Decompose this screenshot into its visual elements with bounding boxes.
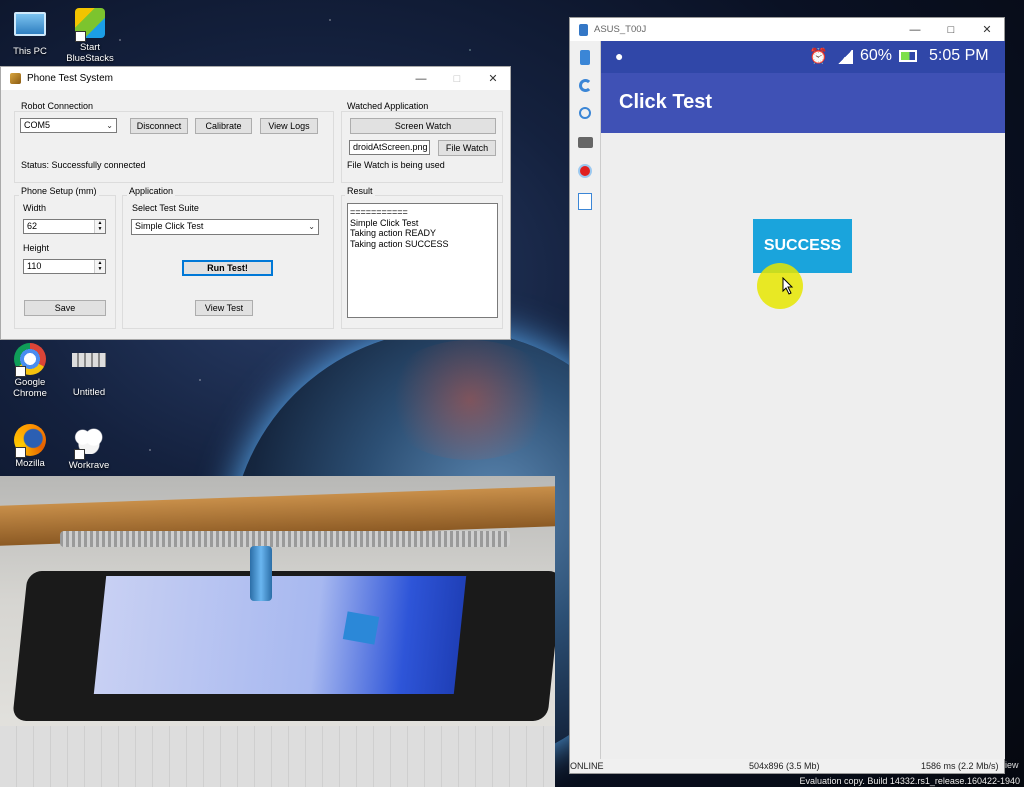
device-icon (579, 23, 588, 36)
mouse-pointer-icon (782, 277, 794, 295)
width-label: Width (23, 203, 47, 213)
mirror-toolbar (570, 41, 601, 759)
calibrate-button[interactable]: Calibrate (195, 118, 252, 134)
close-button[interactable]: ✕ (969, 18, 1005, 41)
phone-icon[interactable] (575, 47, 595, 67)
spinner-arrows-icon[interactable]: ▲ ▼ (94, 260, 105, 273)
mirror-status-bar: ONLINE 504x896 (3.5 Mb) 1586 ms (2.2 Mb/… (570, 759, 1004, 773)
record-icon[interactable] (575, 161, 595, 181)
battery-icon (899, 50, 917, 62)
result-line: =========== (350, 207, 408, 217)
chrome-icon (13, 343, 47, 377)
com-port-select[interactable]: COM5 ⌄ (20, 118, 117, 133)
window-title: Phone Test System (27, 73, 113, 84)
desktop-icon-label: Workrave (68, 460, 110, 471)
table-surface (0, 726, 555, 787)
result-line: Taking action READY (350, 228, 437, 238)
touch-indicator (757, 263, 803, 309)
maximize-button[interactable]: □ (933, 18, 969, 41)
height-label: Height (23, 243, 50, 253)
robot-threaded-rod (60, 531, 510, 547)
app-title: Click Test (619, 91, 712, 113)
chevron-down-icon: ⌄ (308, 222, 315, 231)
signal-icon (837, 50, 853, 64)
result-output[interactable]: =========== Simple Click Test Taking act… (347, 203, 498, 318)
desktop-icon-label: This PC (13, 46, 47, 57)
chevron-down-icon: ⌄ (106, 121, 113, 130)
watch-file-input[interactable]: droidAtScreen.png (349, 140, 430, 155)
width-stepper[interactable]: 62 ▲ ▼ (23, 219, 106, 234)
desktop-icon-workrave[interactable]: Workrave (59, 424, 119, 471)
connection-state: ONLINE (570, 761, 604, 771)
file-watch-button[interactable]: File Watch (438, 140, 496, 156)
application-label: Application (127, 186, 176, 196)
app-bar: Click Test (601, 73, 1005, 133)
desktop-icon-this-pc[interactable]: This PC (0, 8, 60, 57)
close-button[interactable]: ✕ (475, 67, 511, 90)
sheep-icon (72, 426, 106, 460)
test-suite-select[interactable]: Simple Click Test ⌄ (131, 219, 319, 235)
robot-connection-label: Robot Connection (19, 101, 96, 111)
desktop-icon-untitled[interactable]: Untitled (59, 343, 119, 398)
window-titlebar[interactable]: Phone Test System — □ ✕ (1, 67, 510, 90)
footer-overflow-text: iew (1005, 760, 1019, 770)
document-icon[interactable] (575, 191, 595, 211)
alarm-icon: ⏰ (809, 48, 828, 65)
bluestacks-icon (73, 8, 107, 42)
windows-evaluation-watermark: Evaluation copy. Build 14332.rs1_release… (799, 776, 1021, 786)
robot-stylus (250, 546, 272, 601)
view-logs-button[interactable]: View Logs (260, 118, 318, 134)
robot-camera-photo (0, 476, 555, 787)
minimize-button[interactable]: — (897, 18, 933, 41)
zoom-icon[interactable] (575, 103, 595, 123)
run-test-button[interactable]: Run Test! (182, 260, 273, 276)
asus-mirror-window: ASUS_T00J — □ ✕ ● ⏰ 60% 5:05 PM Click Te… (569, 17, 1005, 774)
android-status-bar: ● ⏰ 60% 5:05 PM (601, 41, 1005, 73)
file-watch-status: File Watch is being used (347, 160, 445, 170)
watched-application-label: Watched Application (345, 101, 431, 111)
maximize-button[interactable]: □ (439, 67, 475, 90)
phone-setup-label: Phone Setup (mm) (19, 186, 99, 196)
height-stepper[interactable]: 110 ▲ ▼ (23, 259, 106, 274)
camera-icon[interactable] (575, 132, 595, 152)
phone-test-system-window: Phone Test System — □ ✕ Robot Connection… (0, 66, 511, 340)
physical-phone-screen (93, 576, 467, 694)
document-icon (72, 353, 106, 385)
disconnect-button[interactable]: Disconnect (130, 118, 188, 134)
wallpaper-nebula (380, 340, 560, 460)
computer-icon (13, 12, 47, 44)
desktop-icon-label: Mozilla (15, 458, 45, 469)
frame-size: 504x896 (3.5 Mb) (749, 761, 820, 771)
desktop-icon-label: Untitled (72, 387, 106, 398)
result-label: Result (345, 186, 375, 196)
minimize-button[interactable]: — (403, 67, 439, 90)
spinner-arrows-icon[interactable]: ▲ ▼ (94, 220, 105, 233)
status-time: 5:05 PM (929, 47, 989, 64)
app-icon (10, 73, 21, 84)
physical-success-button (342, 611, 380, 645)
firefox-icon (13, 424, 47, 458)
select-test-suite-label: Select Test Suite (132, 203, 199, 213)
android-robot-icon: ● (615, 48, 624, 64)
desktop-icon-mozilla[interactable]: Mozilla (0, 424, 60, 469)
save-button[interactable]: Save (24, 300, 106, 316)
result-line: Taking action SUCCESS (350, 238, 449, 249)
desktop-icon-chrome[interactable]: Google Chrome (0, 343, 60, 399)
screen-watch-button[interactable]: Screen Watch (350, 118, 496, 134)
frame-timing: 1586 ms (2.2 Mb/s) (921, 761, 999, 771)
mirror-titlebar[interactable]: ASUS_T00J — □ ✕ (570, 18, 1004, 41)
connection-status: Status: Successfully connected (21, 160, 146, 170)
result-line: Simple Click Test (350, 217, 419, 228)
desktop-icon-bluestacks[interactable]: Start BlueStacks (59, 8, 121, 64)
device-screen[interactable]: ● ⏰ 60% 5:05 PM Click Test SUCCESS (601, 41, 1005, 759)
view-test-button[interactable]: View Test (195, 300, 253, 316)
desktop-icon-label: Start BlueStacks (66, 42, 114, 64)
rotate-icon[interactable] (575, 75, 595, 95)
desktop-icon-label: Google Chrome (13, 377, 47, 399)
mirror-title: ASUS_T00J (594, 24, 647, 35)
battery-percent: 60% (860, 47, 893, 64)
